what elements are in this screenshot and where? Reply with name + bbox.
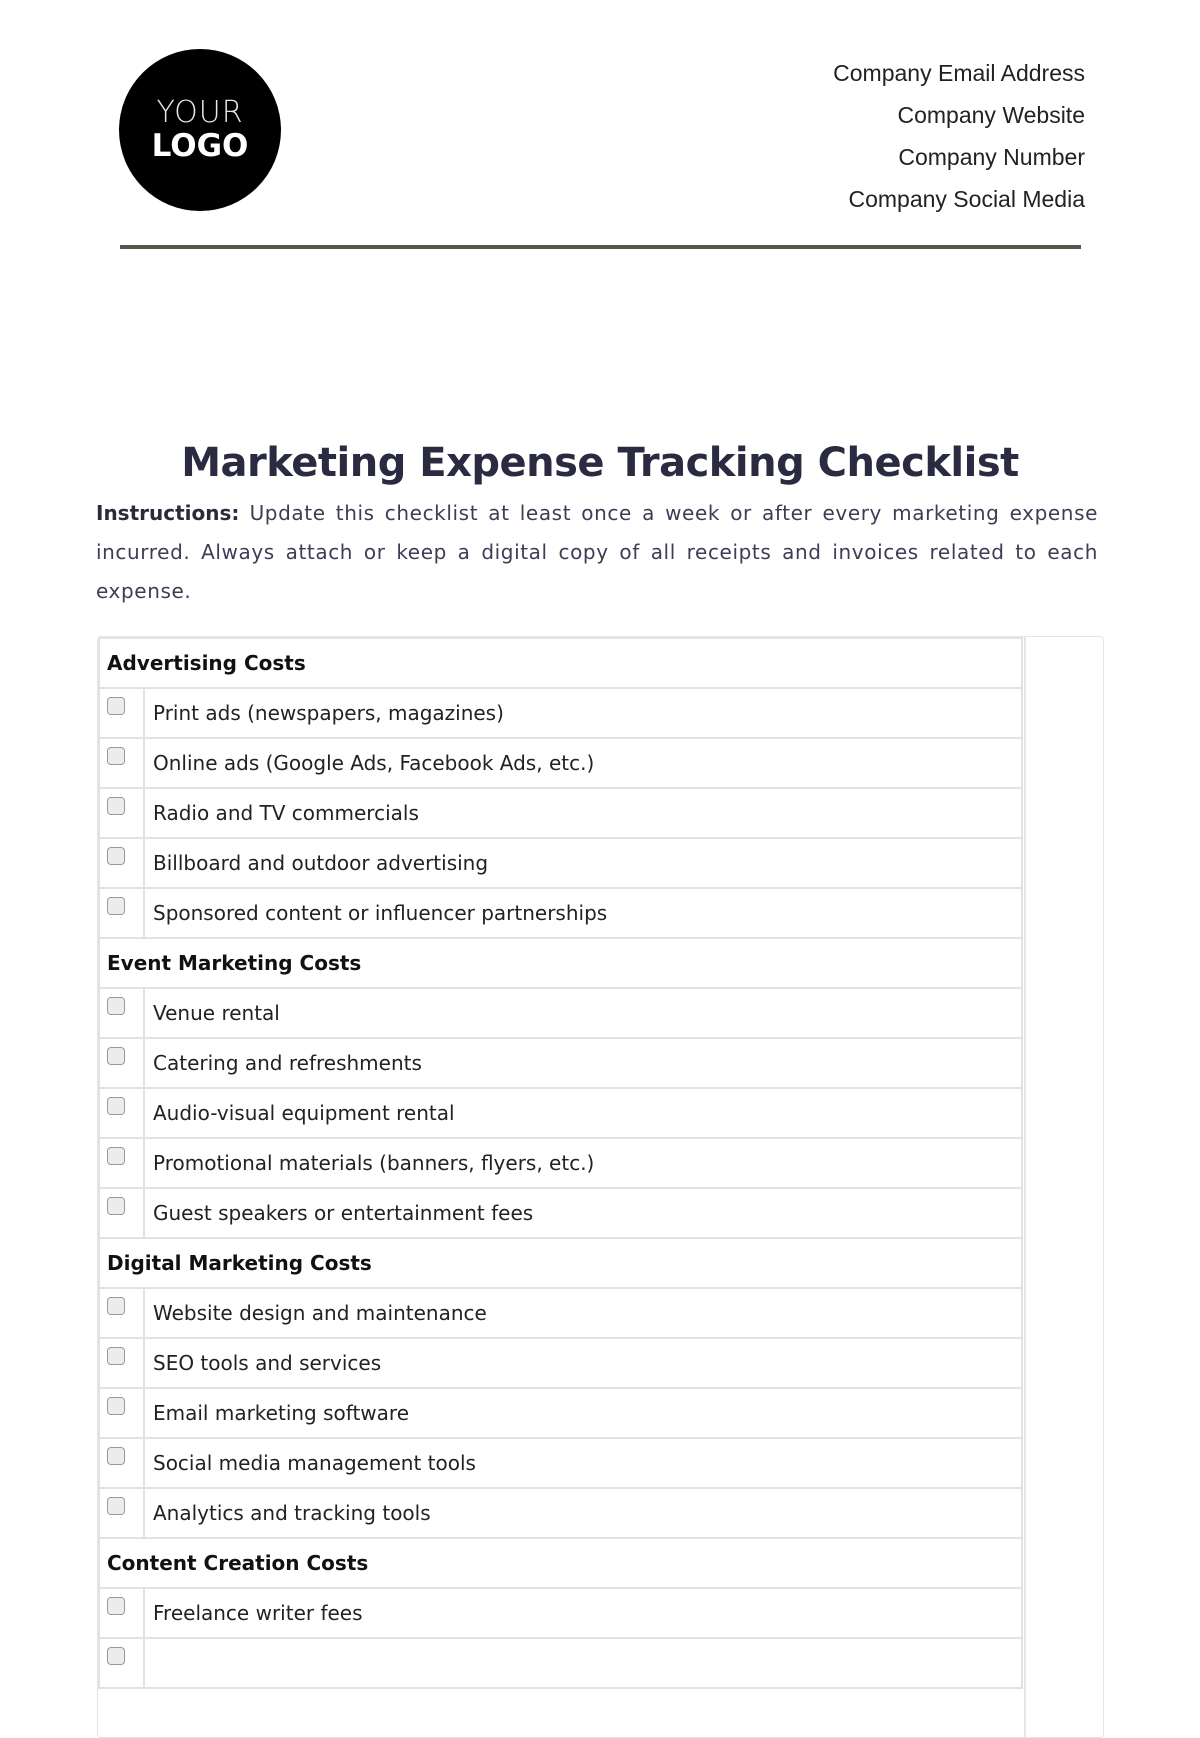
checklist-item-label: Social media management tools [143, 1437, 1023, 1489]
checklist-row [98, 1637, 1023, 1689]
checkbox[interactable] [107, 1497, 125, 1515]
checkbox[interactable] [107, 1197, 125, 1215]
checkbox[interactable] [107, 847, 125, 865]
checkbox-cell [98, 1437, 145, 1489]
checklist-row: Online ads (Google Ads, Facebook Ads, et… [98, 737, 1023, 789]
checklist-row: SEO tools and services [98, 1337, 1023, 1389]
checklist-row: Radio and TV commercials [98, 787, 1023, 839]
checklist-item-label: Venue rental [143, 987, 1023, 1039]
checklist-row: Guest speakers or entertainment fees [98, 1187, 1023, 1239]
checkbox[interactable] [107, 797, 125, 815]
checklist-item-label: Sponsored content or influencer partners… [143, 887, 1023, 939]
logo-line-1: YOUR [156, 95, 244, 130]
section-header-row: Digital Marketing Costs [98, 1237, 1023, 1289]
checkbox[interactable] [107, 1647, 125, 1665]
checkbox[interactable] [107, 1447, 125, 1465]
checkbox-cell [98, 837, 145, 889]
checkbox[interactable] [107, 697, 125, 715]
section-header-row: Event Marketing Costs [98, 937, 1023, 989]
instructions-paragraph: Instructions: Update this checklist at l… [96, 494, 1098, 611]
section-title: Advertising Costs [98, 637, 1023, 689]
checkbox[interactable] [107, 1297, 125, 1315]
checklist-table: Advertising Costs Print ads (newspapers, … [98, 637, 1023, 1689]
checkbox-cell [98, 1287, 145, 1339]
checkbox[interactable] [107, 747, 125, 765]
checkbox-cell [98, 987, 145, 1039]
checkbox[interactable] [107, 997, 125, 1015]
checklist-item-label: Catering and refreshments [143, 1037, 1023, 1089]
checklist-row: Email marketing software [98, 1387, 1023, 1439]
checkbox-cell [98, 1487, 145, 1539]
checklist-row: Billboard and outdoor advertising [98, 837, 1023, 889]
checkbox-cell [98, 1587, 145, 1639]
checkbox[interactable] [107, 897, 125, 915]
company-social-media: Company Social Media [848, 186, 1085, 212]
company-logo: YOUR LOGO [119, 49, 281, 211]
company-email: Company Email Address [833, 60, 1085, 86]
company-contact-block: Company Email Address Company Website Co… [833, 52, 1085, 220]
checkbox[interactable] [107, 1397, 125, 1415]
checkbox[interactable] [107, 1597, 125, 1615]
checklist-item-label: SEO tools and services [143, 1337, 1023, 1389]
checklist-table-container: Advertising Costs Print ads (newspapers, … [97, 636, 1104, 1738]
page-title: Marketing Expense Tracking Checklist [181, 440, 1019, 486]
checklist-row: Social media management tools [98, 1437, 1023, 1489]
section-header-row: Advertising Costs [98, 637, 1023, 689]
checkbox[interactable] [107, 1047, 125, 1065]
checklist-row: Freelance writer fees [98, 1587, 1023, 1639]
checklist-row: Analytics and tracking tools [98, 1487, 1023, 1539]
checklist-item-label [143, 1637, 1023, 1689]
checkbox-cell [98, 1187, 145, 1239]
checklist-row: Catering and refreshments [98, 1037, 1023, 1089]
checklist-item-label: Guest speakers or entertainment fees [143, 1187, 1023, 1239]
checklist-row: Sponsored content or influencer partners… [98, 887, 1023, 939]
checkbox-cell [98, 1087, 145, 1139]
checklist-item-label: Website design and maintenance [143, 1287, 1023, 1339]
logo-line-2: LOGO [151, 128, 249, 164]
checkbox-cell [98, 1337, 145, 1389]
section-title: Digital Marketing Costs [98, 1237, 1023, 1289]
checkbox-cell [98, 887, 145, 939]
checklist-item-label: Email marketing software [143, 1387, 1023, 1439]
checkbox-cell [98, 1637, 145, 1689]
instructions-label: Instructions: [96, 501, 240, 525]
checklist-item-label: Freelance writer fees [143, 1587, 1023, 1639]
company-number: Company Number [898, 144, 1085, 170]
checklist-row: Venue rental [98, 987, 1023, 1039]
checklist-item-label: Print ads (newspapers, magazines) [143, 687, 1023, 739]
checkbox-cell [98, 1387, 145, 1439]
checklist-item-label: Audio-visual equipment rental [143, 1087, 1023, 1139]
checklist-row: Promotional materials (banners, flyers, … [98, 1137, 1023, 1189]
checkbox-cell [98, 1037, 145, 1089]
company-website: Company Website [897, 102, 1086, 128]
checkbox[interactable] [107, 1147, 125, 1165]
checkbox-cell [98, 1137, 145, 1189]
checklist-item-label: Billboard and outdoor advertising [143, 837, 1023, 889]
checklist-row: Audio-visual equipment rental [98, 1087, 1023, 1139]
section-header-row: Content Creation Costs [98, 1537, 1023, 1589]
checklist-item-label: Radio and TV commercials [143, 787, 1023, 839]
header-divider [120, 245, 1081, 249]
section-title: Content Creation Costs [98, 1537, 1023, 1589]
checkbox[interactable] [107, 1347, 125, 1365]
checklist-item-label: Online ads (Google Ads, Facebook Ads, et… [143, 737, 1023, 789]
checkbox[interactable] [107, 1097, 125, 1115]
section-title: Event Marketing Costs [98, 937, 1023, 989]
checkbox-cell [98, 687, 145, 739]
checklist-row: Print ads (newspapers, magazines) [98, 687, 1023, 739]
checklist-row: Website design and maintenance [98, 1287, 1023, 1339]
instructions-text: Update this checklist at least once a we… [96, 501, 1098, 603]
checkbox-cell [98, 737, 145, 789]
checklist-item-label: Analytics and tracking tools [143, 1487, 1023, 1539]
checkbox-cell [98, 787, 145, 839]
table-side-divider [1024, 637, 1026, 1737]
checklist-item-label: Promotional materials (banners, flyers, … [143, 1137, 1023, 1189]
